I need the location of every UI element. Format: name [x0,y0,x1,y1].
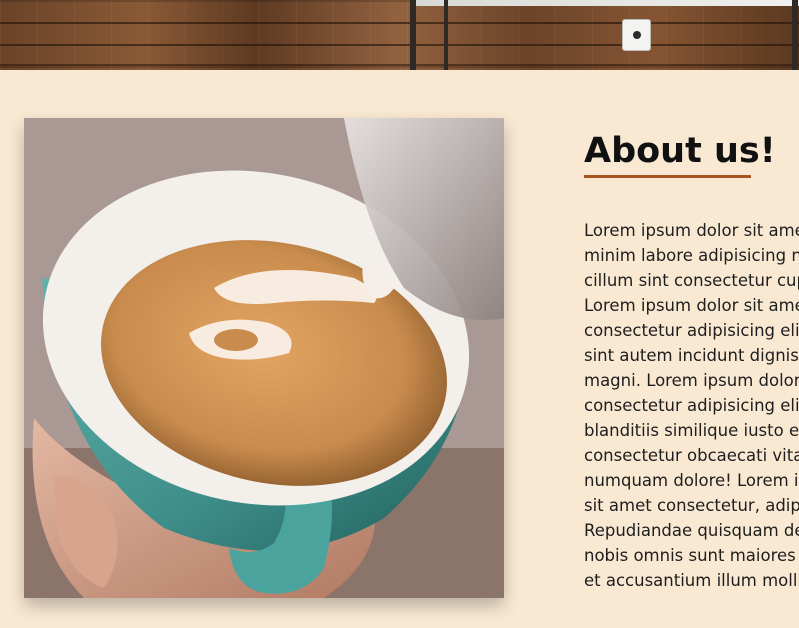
paragraph-line: sint autem incidunt dignis [584,346,799,365]
paragraph-line: et accusantium illum molli [584,571,799,590]
paragraph-line: Repudiandae quisquam de [584,521,799,540]
paragraph-line: nobis omnis sunt maiores [584,546,796,565]
header-image [0,0,799,70]
table-leg [410,0,416,70]
paragraph-line: Lorem ipsum dolor sit ame [584,221,799,240]
paragraph-line: consectetur obcaecati vita [584,446,799,465]
paragraph-line: consectetur adipisicing elit [584,321,799,340]
paragraph-line: numquam dolore! Lorem i [584,471,799,490]
paragraph-line: blanditiis similique iusto e [584,421,799,440]
table-leg [444,0,448,70]
table-leg [792,0,798,70]
about-title: About us! [584,131,776,171]
power-socket-icon [622,19,651,51]
paragraph-line: magni. Lorem ipsum dolor [584,371,799,390]
paragraph-line: Lorem ipsum dolor sit ame [584,296,799,315]
about-heading-block: About us! [584,130,799,178]
paragraph-line: sit amet consectetur, adipi [584,496,799,515]
paragraph-line: consectetur adipisicing elit [584,396,799,415]
title-underline [584,175,751,178]
paragraph-line: minim labore adipisicing n [584,246,799,265]
coffee-photo [24,118,504,598]
latte-cup-illustration [24,118,504,598]
paragraph-line: cillum sint consectetur cup [584,271,799,290]
about-paragraph: Lorem ipsum dolor sit ame minim labore a… [584,218,799,593]
counter-top [410,0,799,6]
